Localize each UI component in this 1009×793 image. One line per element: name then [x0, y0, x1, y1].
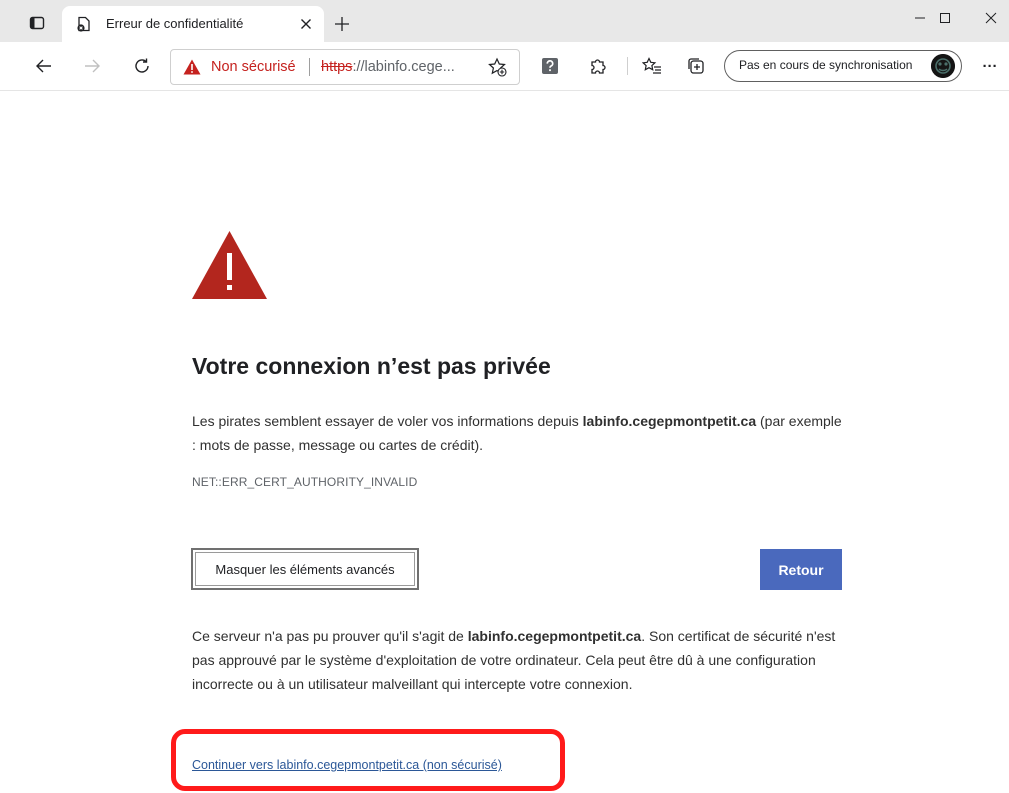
minimize-icon [915, 17, 925, 19]
tab-actions-icon [29, 16, 45, 30]
intro-text: Les pirates semblent essayer de voler vo… [192, 409, 842, 457]
puzzle-icon [591, 59, 606, 74]
favorites-list-icon [642, 57, 661, 74]
url-text[interactable]: https://labinfo.cege... [321, 59, 455, 75]
url-rest: ://labinfo.cege... [352, 59, 455, 75]
collections-icon [688, 58, 704, 74]
help-button[interactable] [538, 54, 562, 78]
more-icon: ··· [982, 57, 998, 75]
active-tab[interactable]: Erreur de confidentialité [62, 6, 324, 42]
danger-triangle-icon [192, 231, 267, 299]
intro-host: labinfo.cegepmontpetit.ca [582, 413, 757, 429]
tab-title: Erreur de confidentialité [106, 16, 244, 31]
forward-button[interactable] [80, 54, 104, 78]
proceed-unsafe-link[interactable]: Continuer vers labinfo.cegepmontpetit.ca… [192, 758, 502, 772]
close-window-button[interactable] [973, 4, 1009, 32]
plus-icon [335, 17, 349, 31]
hide-advanced-button[interactable]: Masquer les éléments avancés [191, 548, 419, 590]
question-icon [542, 58, 558, 74]
page-title: Votre connexion n’est pas privée [192, 353, 551, 379]
address-separator [309, 58, 310, 76]
sync-status-label: Pas en cours de synchronisation [739, 58, 913, 72]
intro-text-start: Les pirates semblent essayer de voler vo… [192, 413, 583, 429]
warning-triangle-icon [183, 59, 201, 75]
toolbar-separator [627, 57, 628, 75]
profile-sync-button[interactable]: Pas en cours de synchronisation [724, 50, 962, 82]
more-button[interactable]: ··· [978, 54, 1002, 78]
title-bar: Erreur de confidentialité [0, 0, 1009, 42]
arrow-right-icon [85, 59, 100, 73]
toolbar: Non sécurisé https://labinfo.cege... Pas… [0, 42, 1009, 91]
error-code[interactable]: NET::ERR_CERT_AUTHORITY_INVALID [192, 475, 417, 489]
tab-actions-button[interactable] [28, 14, 46, 32]
back-to-safety-button[interactable]: Retour [760, 549, 842, 590]
new-tab-button[interactable] [332, 14, 352, 34]
avatar [931, 54, 955, 78]
not-secure-label[interactable]: Non sécurisé [211, 59, 296, 75]
error-page: Votre connexion n’est pas privée Les pir… [0, 91, 1009, 793]
details-host: labinfo.cegepmontpetit.ca [467, 628, 642, 644]
details-text-start: Ce serveur n'a pas pu prouver qu'il s'ag… [192, 628, 468, 644]
close-window-icon [985, 12, 997, 24]
maximize-button[interactable] [927, 4, 963, 32]
refresh-icon [135, 58, 149, 73]
url-scheme: https [321, 59, 353, 75]
tab-close-button[interactable] [296, 14, 316, 34]
refresh-button[interactable] [130, 54, 154, 78]
collections-button[interactable] [684, 54, 708, 78]
star-add-icon[interactable] [487, 57, 507, 77]
favorites-button[interactable] [640, 54, 664, 78]
privacy-error-favicon [77, 16, 90, 32]
details-text: Ce serveur n'a pas pu prouver qu'il s'ag… [192, 624, 842, 696]
avatar-image [931, 54, 955, 78]
address-bar[interactable]: Non sécurisé https://labinfo.cege... [170, 49, 520, 85]
extensions-button[interactable] [586, 54, 610, 78]
back-button[interactable] [32, 54, 56, 78]
close-icon [301, 19, 311, 29]
maximize-icon [940, 13, 950, 23]
arrow-left-icon [36, 59, 51, 73]
